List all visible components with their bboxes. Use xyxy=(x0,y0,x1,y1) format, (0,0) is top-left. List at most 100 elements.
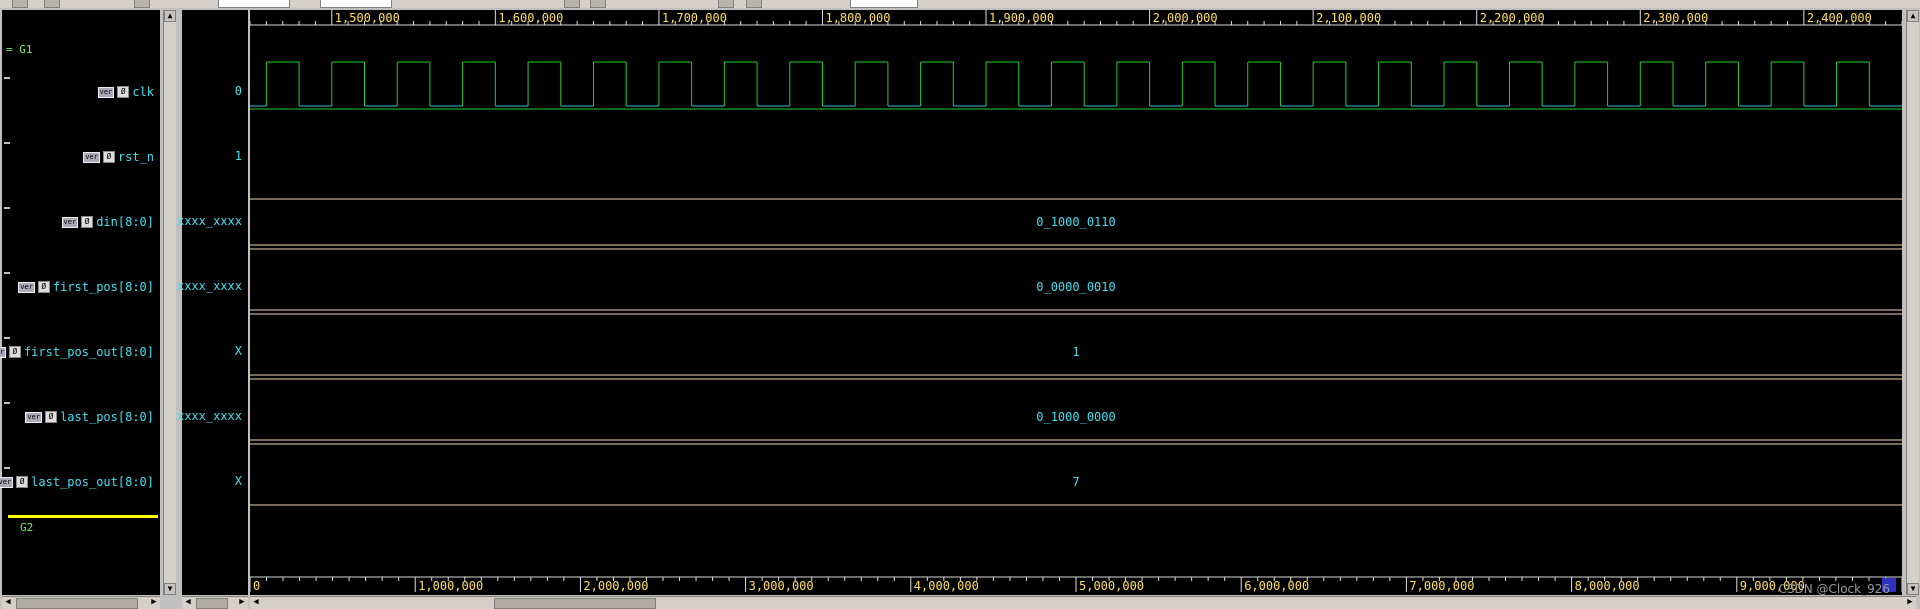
verilog-badge-icon: ver xyxy=(97,86,115,98)
scroll-down-arrow-icon[interactable]: ▼ xyxy=(164,583,176,595)
group-label-g1[interactable]: = G1 xyxy=(6,43,33,56)
verilog-badge-icon: ver xyxy=(18,281,35,293)
ruler-label: 2,100,000 xyxy=(1316,11,1381,25)
signal-name: rst_n xyxy=(117,150,154,164)
toolbar-input[interactable] xyxy=(850,0,918,8)
ruler-label: 7,000,000 xyxy=(1409,579,1474,593)
name-pane-scrollbar[interactable]: ▲ ▼ xyxy=(163,10,176,595)
scroll-left-arrow-icon[interactable]: ◀ xyxy=(2,597,14,608)
signal-name: first_pos[8:0] xyxy=(52,280,154,294)
toolbar xyxy=(0,0,1920,8)
row-divider xyxy=(4,272,10,274)
signal-row[interactable]: ver Øfirst_pos[8:0] xyxy=(18,279,154,295)
bus-value-label: 0_1000_0000 xyxy=(1036,410,1115,424)
bus-value-label: 0_0000_0010 xyxy=(1036,280,1115,294)
scroll-right-arrow-icon[interactable]: ▶ xyxy=(148,597,160,608)
waveform-hscroll[interactable]: ◀ ▶ xyxy=(250,596,1916,609)
lock-icon: Ø xyxy=(16,476,29,488)
signal-value: xxxx_xxxx xyxy=(176,409,242,423)
waveform-canvas[interactable]: 1,500,000 1,600,000 1,700,000 1,800,000 1,90… xyxy=(249,10,1903,595)
value-pane-hscroll[interactable]: ◀ ▶ xyxy=(182,596,248,609)
row-divider xyxy=(4,142,10,144)
signal-name: clk xyxy=(132,85,154,99)
zoom-out-icon[interactable] xyxy=(590,0,606,8)
signal-row[interactable]: verØfirst_pos_out[8:0] xyxy=(0,344,154,360)
ruler-label: 1,500,000 xyxy=(335,11,400,25)
signal-value: 0 xyxy=(234,84,242,98)
group-marker-line xyxy=(8,515,158,518)
scroll-right-arrow-icon[interactable]: ▶ xyxy=(236,597,248,608)
ruler-label: 1,800,000 xyxy=(825,11,890,25)
toolbar-button[interactable] xyxy=(44,0,60,8)
ruler-label: 1,600,000 xyxy=(498,11,563,25)
toolbar-input[interactable] xyxy=(218,0,290,8)
group-label-g2[interactable]: G2 xyxy=(20,521,33,534)
signal-name: last_pos[8:0] xyxy=(60,410,154,424)
scroll-up-arrow-icon[interactable]: ▲ xyxy=(164,10,176,22)
signal-value-pane: 0 1 xxxx_xxxx xxxx_xxxx Xxxxx_xxxx X xyxy=(177,10,248,595)
name-pane-hscroll[interactable]: ◀ ▶ xyxy=(2,596,160,609)
ruler-label: 2,200,000 xyxy=(1480,11,1545,25)
row-divider xyxy=(4,77,10,79)
ruler-label: 1,000,000 xyxy=(418,579,483,593)
ruler-label: 2,300,000 xyxy=(1643,11,1708,25)
verilog-badge-icon: ver xyxy=(61,216,79,228)
signal-name: din[8:0] xyxy=(96,215,154,229)
scroll-right-arrow-icon[interactable]: ▶ xyxy=(1904,597,1916,608)
ruler-label: 5,000,000 xyxy=(1079,579,1144,593)
signal-row[interactable]: ver Ølast_pos_out[8:0] xyxy=(0,474,154,490)
zoom-in-icon[interactable] xyxy=(564,0,580,8)
waveform-pane: 1,500,000 1,600,000 1,700,000 1,800,000 1,90… xyxy=(249,10,1903,595)
scroll-left-arrow-icon[interactable]: ◀ xyxy=(182,597,194,608)
ruler-label: 2,400,000 xyxy=(1807,11,1872,25)
verilog-badge-icon: ver xyxy=(0,476,14,488)
signal-name: first_pos_out[8:0] xyxy=(23,345,154,359)
signal-row[interactable]: ver Øclk xyxy=(97,84,154,100)
signal-row[interactable]: ver Ødin[8:0] xyxy=(61,214,154,230)
ruler-label: 2,000,000 xyxy=(1153,11,1218,25)
toolbar-button[interactable] xyxy=(12,0,28,8)
scroll-down-arrow-icon[interactable]: ▼ xyxy=(1907,583,1919,595)
ruler-label: 3,000,000 xyxy=(749,579,814,593)
ruler-label: 1,900,000 xyxy=(989,11,1054,25)
hscroll-thumb[interactable] xyxy=(494,598,656,609)
signal-value: xxxx_xxxx xyxy=(176,214,242,228)
hscroll-thumb[interactable] xyxy=(16,598,138,609)
lock-icon: Ø xyxy=(117,86,130,98)
ruler-label: 2,000,000 xyxy=(583,579,648,593)
signal-row[interactable]: ver Ørst_n xyxy=(83,149,154,165)
watermark: CSDN @Clock_926 xyxy=(1778,582,1890,596)
row-divider xyxy=(4,337,10,339)
bus-value-label: 1 xyxy=(1072,345,1079,359)
ruler-label: 1,700,000 xyxy=(662,11,727,25)
signal-name-pane: = G1 ver Øclk ver Ørst_n ver Ødin[8:0] ver Øfirs… xyxy=(0,10,160,595)
ruler-label: 4,000,000 xyxy=(914,579,979,593)
lock-icon: Ø xyxy=(81,216,94,228)
scroll-left-arrow-icon[interactable]: ◀ xyxy=(250,597,262,608)
signal-value: X xyxy=(234,474,242,488)
ruler-label: 8,000,000 xyxy=(1575,579,1640,593)
ruler-label: 0 xyxy=(253,579,260,593)
signal-value: X xyxy=(234,344,242,358)
waveform-scrollbar[interactable]: ▲ ▼ xyxy=(1906,10,1919,595)
toolbar-input[interactable] xyxy=(320,0,392,8)
bus-value-label: 7 xyxy=(1072,475,1079,489)
row-divider xyxy=(4,467,10,469)
toolbar-button[interactable] xyxy=(134,0,150,8)
verilog-badge-icon: ver xyxy=(25,411,43,423)
lock-icon: Ø xyxy=(45,411,58,423)
signal-row[interactable]: ver Ølast_pos[8:0] xyxy=(25,409,154,425)
signal-value: 1 xyxy=(234,149,242,163)
hscroll-thumb[interactable] xyxy=(196,598,228,609)
toolbar-button[interactable] xyxy=(718,0,734,8)
lock-icon: Ø xyxy=(37,281,50,293)
ruler-label: 6,000,000 xyxy=(1244,579,1309,593)
toolbar-button[interactable] xyxy=(746,0,762,8)
lock-icon: Ø xyxy=(8,346,21,358)
scroll-up-arrow-icon[interactable]: ▲ xyxy=(1907,10,1919,22)
verilog-badge-icon: ver xyxy=(0,346,6,358)
signal-name: last_pos_out[8:0] xyxy=(31,475,154,489)
row-divider xyxy=(4,207,10,209)
verilog-badge-icon: ver xyxy=(83,151,100,163)
bus-value-label: 0_1000_0110 xyxy=(1036,215,1115,229)
